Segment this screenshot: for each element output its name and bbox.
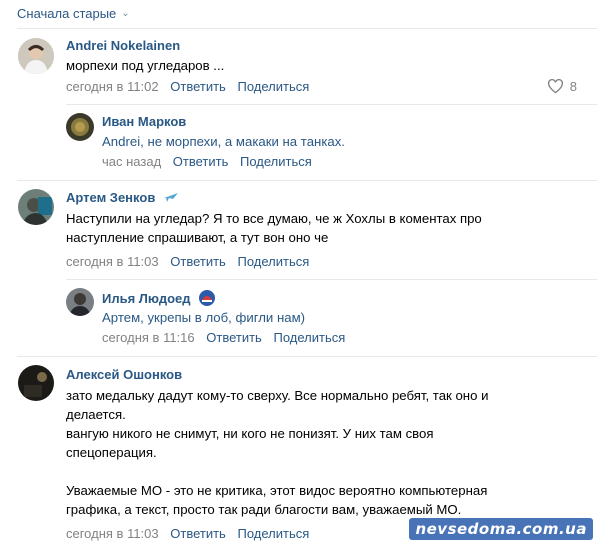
comment-text: Артем, укрепы в лоб, фигли нам): [102, 308, 305, 327]
comment-author[interactable]: Иван Марков: [102, 114, 186, 129]
sort-label: Сначала старые: [17, 6, 117, 21]
like-count: 8: [569, 79, 577, 94]
comment-time[interactable]: сегодня в 11:16: [102, 330, 195, 345]
comment-text-line: Уважаемые МО - это не критика, этот видо…: [66, 483, 488, 498]
comment-text-line: делается.: [66, 407, 126, 422]
author-name: Илья Людоед: [102, 290, 191, 306]
avatar[interactable]: [66, 113, 94, 141]
comment-author[interactable]: Артем Зенков: [66, 190, 179, 206]
reply-button[interactable]: Ответить: [170, 254, 226, 269]
divider: [17, 356, 597, 357]
comment-time[interactable]: час назад: [102, 154, 161, 169]
share-button[interactable]: Поделиться: [237, 526, 309, 541]
reply-button[interactable]: Ответить: [170, 526, 226, 541]
comment-text-line: Andrei, не морпехи, а макаки на танках.: [102, 134, 345, 149]
comment-text-line: вангую никого не снимут, ни кого не пони…: [66, 426, 434, 441]
comment-text-line: спецоперация.: [66, 445, 157, 460]
share-button[interactable]: Поделиться: [240, 154, 312, 169]
divider: [17, 180, 597, 181]
watermark: nevsedoma.com.ua: [409, 518, 593, 540]
author-name: Артем Зенков: [66, 190, 156, 205]
heart-icon: [547, 79, 563, 94]
comment-text: Наступили на угледар? Я то все думаю, че…: [66, 209, 482, 247]
avatar[interactable]: [18, 189, 54, 225]
avatar[interactable]: [66, 288, 94, 316]
share-button[interactable]: Поделиться: [273, 330, 345, 345]
divider: [17, 28, 597, 29]
like-button[interactable]: 8: [547, 79, 577, 94]
avatar[interactable]: [18, 365, 54, 401]
reply-button[interactable]: Ответить: [206, 330, 262, 345]
avatar[interactable]: [18, 38, 54, 74]
comment-meta: сегодня в 11:03 Ответить Поделиться: [66, 254, 317, 269]
comment-author[interactable]: Andrei Nokelainen: [66, 38, 180, 53]
plane-icon: [163, 191, 179, 206]
comment-text-line: Наступили на угледар? Я то все думаю, че…: [66, 211, 482, 226]
comment-text: зато медальку дадут кому-то сверху. Все …: [66, 386, 488, 519]
comment-meta: сегодня в 11:03 Ответить Поделиться: [66, 526, 317, 541]
comment-time[interactable]: сегодня в 11:03: [66, 254, 159, 269]
share-button[interactable]: Поделиться: [237, 254, 309, 269]
comment-text-line: Артем, укрепы в лоб, фигли нам): [102, 310, 306, 325]
comment-time[interactable]: сегодня в 11:03: [66, 526, 159, 541]
divider: [66, 279, 597, 280]
comment-text-line: наступление спрашивают, а тут вон оно че: [66, 230, 329, 245]
comment-text-line: [66, 462, 488, 481]
comment-text: Andrei, не морпехи, а макаки на танках.: [102, 132, 345, 151]
team-badge-icon: [198, 289, 216, 310]
sort-dropdown[interactable]: Сначала старые ⌄: [17, 6, 130, 21]
comment-author[interactable]: Илья Людоед: [102, 289, 216, 310]
comment-meta: час назад Ответить Поделиться: [102, 154, 320, 169]
comment-time[interactable]: сегодня в 11:02: [66, 79, 159, 94]
comment-text: морпехи под угледаров ...: [66, 58, 225, 73]
share-button[interactable]: Поделиться: [237, 79, 309, 94]
reply-button[interactable]: Ответить: [173, 154, 229, 169]
divider: [66, 104, 597, 105]
comment-author[interactable]: Алексей Ошонков: [66, 367, 182, 382]
comment-meta: сегодня в 11:16 Ответить Поделиться: [102, 330, 353, 345]
comment-meta: сегодня в 11:02 Ответить Поделиться: [66, 79, 317, 94]
reply-button[interactable]: Ответить: [170, 79, 226, 94]
chevron-down-icon: ⌄: [121, 8, 130, 19]
comment-text-line: зато медальку дадут кому-то сверху. Все …: [66, 388, 489, 403]
comment-text-line: графика, а текст, просто так ради благос…: [66, 502, 462, 517]
